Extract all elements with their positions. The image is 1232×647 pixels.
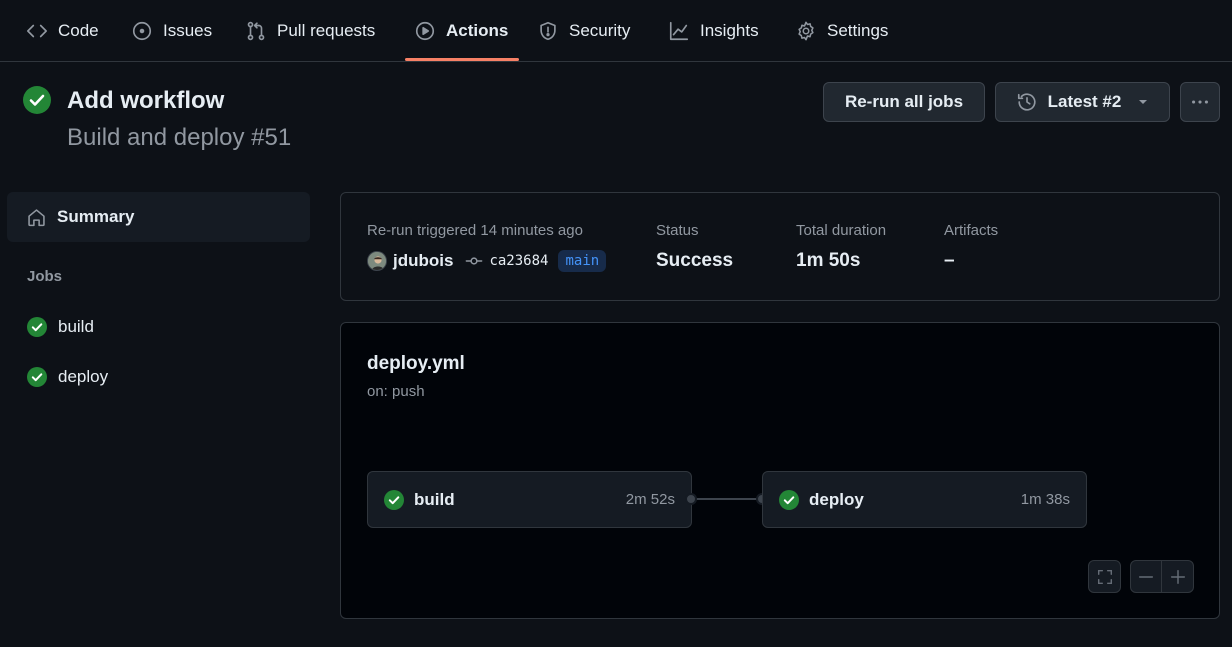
fullscreen-button[interactable] bbox=[1088, 560, 1121, 593]
rerun-label: Re-run all jobs bbox=[844, 92, 964, 111]
tab-label: Actions bbox=[446, 21, 509, 40]
home-icon bbox=[26, 207, 47, 228]
tab-label: Security bbox=[569, 21, 631, 40]
job-duration: 2m 52s bbox=[625, 491, 675, 508]
check-circle-fill-icon bbox=[23, 86, 51, 114]
tab-label: Issues bbox=[163, 21, 213, 40]
check-circle-fill-icon bbox=[384, 489, 404, 510]
sidebar-item-label: build bbox=[58, 317, 94, 336]
status-value: Success bbox=[656, 250, 734, 271]
graph-job-deploy[interactable]: deploy 1m 38s bbox=[762, 471, 1087, 528]
check-circle-fill-icon bbox=[27, 317, 47, 337]
tab-actions[interactable]: Actions bbox=[414, 0, 508, 62]
code-icon bbox=[26, 20, 48, 42]
kebab-horizontal-icon bbox=[1189, 91, 1211, 113]
rerun-all-jobs-button[interactable]: Re-run all jobs bbox=[823, 82, 985, 122]
zoom-in-icon[interactable] bbox=[1162, 561, 1193, 592]
check-circle-fill-icon bbox=[779, 489, 799, 510]
gear-icon bbox=[795, 20, 817, 42]
tab-insights[interactable]: Insights bbox=[668, 0, 759, 62]
play-icon bbox=[414, 20, 436, 42]
artifacts-value: – bbox=[944, 250, 955, 271]
job-name: build bbox=[414, 489, 455, 509]
shield-icon bbox=[537, 20, 559, 42]
tab-security[interactable]: Security bbox=[537, 0, 630, 62]
run-actor: jdubois ca23684 main bbox=[367, 250, 607, 272]
workflow-trigger: on: push bbox=[367, 383, 425, 400]
attempt-select-button[interactable]: Latest #2 bbox=[995, 82, 1170, 122]
tab-label: Insights bbox=[700, 21, 759, 40]
tab-code[interactable]: Code bbox=[26, 0, 99, 62]
graph-job-build[interactable]: build 2m 52s bbox=[367, 471, 692, 528]
job-name: deploy bbox=[809, 489, 864, 509]
page-title: Add workflow bbox=[67, 87, 225, 114]
status-label: Status bbox=[656, 222, 699, 239]
sidebar-item-label: Summary bbox=[57, 207, 135, 226]
branch-label[interactable]: main bbox=[558, 250, 607, 272]
job-connector bbox=[691, 498, 763, 500]
avatar[interactable] bbox=[367, 251, 387, 271]
fullscreen-icon bbox=[1096, 568, 1114, 586]
actor-name[interactable]: jdubois bbox=[393, 251, 453, 271]
commit-sha-link[interactable]: ca23684 bbox=[489, 253, 548, 269]
tab-issues[interactable]: Issues bbox=[131, 0, 212, 62]
duration-label: Total duration bbox=[796, 222, 887, 239]
sidebar-item-summary[interactable]: Summary bbox=[7, 192, 310, 242]
tab-label: Pull requests bbox=[277, 21, 376, 40]
run-summary-card: Re-run triggered 14 minutes ago jdubois … bbox=[340, 192, 1220, 301]
trigger-label: Re-run triggered 14 minutes ago bbox=[367, 222, 583, 239]
active-tab-indicator bbox=[405, 58, 519, 61]
attempt-label: Latest #2 bbox=[1047, 92, 1122, 111]
tab-settings[interactable]: Settings bbox=[795, 0, 888, 62]
workflow-file-name: deploy.yml bbox=[367, 353, 465, 374]
tab-label: Settings bbox=[827, 21, 889, 40]
sidebar-item-label: deploy bbox=[58, 367, 109, 386]
zoom-controls bbox=[1130, 560, 1194, 593]
sidebar-item-build[interactable]: build bbox=[27, 314, 94, 340]
jobs-heading: Jobs bbox=[27, 268, 63, 285]
connector-dot bbox=[685, 493, 697, 505]
repo-nav: Code Issues Pull requests Actions Securi… bbox=[0, 0, 1232, 62]
tab-label: Code bbox=[58, 21, 99, 40]
check-circle-fill-icon bbox=[27, 367, 47, 387]
triangle-down-icon bbox=[1137, 96, 1149, 108]
issue-opened-icon bbox=[131, 20, 153, 42]
artifacts-label: Artifacts bbox=[944, 222, 999, 239]
duration-value: 1m 50s bbox=[796, 250, 861, 271]
graph-icon bbox=[668, 20, 690, 42]
run-subtitle: Build and deploy #51 bbox=[67, 124, 292, 151]
tab-pull-requests[interactable]: Pull requests bbox=[245, 0, 375, 62]
more-options-button[interactable] bbox=[1180, 82, 1220, 122]
git-pull-request-icon bbox=[245, 20, 267, 42]
workflow-graph: deploy.yml on: push build 2m 52s deploy … bbox=[340, 322, 1220, 619]
sidebar-item-deploy[interactable]: deploy bbox=[27, 364, 108, 390]
zoom-out-icon[interactable] bbox=[1131, 561, 1162, 592]
job-duration: 1m 38s bbox=[1020, 491, 1070, 508]
git-commit-icon bbox=[465, 252, 483, 270]
history-icon bbox=[1016, 91, 1038, 113]
